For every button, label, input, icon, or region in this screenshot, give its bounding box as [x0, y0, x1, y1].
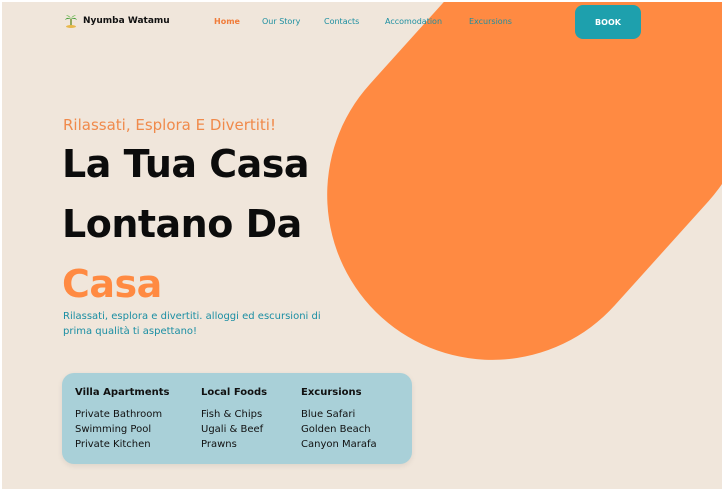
feature-item: Blue Safari: [301, 409, 356, 420]
hero-headline-line2: Lontano Da: [62, 202, 302, 246]
brand-name: Nyumba Watamu: [83, 16, 170, 26]
book-button[interactable]: BOOK: [575, 5, 641, 39]
hero-headline-line1: La Tua Casa: [62, 142, 310, 186]
nav-link-our-story[interactable]: Our Story: [262, 17, 300, 26]
nav-link-accomodation[interactable]: Accomodation: [385, 17, 442, 26]
features-card: Villa Apartments Private Bathroom Swimmi…: [62, 373, 412, 464]
feature-column-title: Excursions: [301, 387, 362, 398]
feature-column-title: Villa Apartments: [75, 387, 170, 398]
nav-link-excursions[interactable]: Excursions: [469, 17, 512, 26]
feature-column-villa: Villa Apartments Private Bathroom Swimmi…: [75, 387, 170, 452]
feature-item: Golden Beach: [301, 424, 371, 435]
decorative-orange-shape: [259, 2, 722, 428]
page: Nyumba Watamu Home Our Story Contacts Ac…: [2, 2, 722, 489]
feature-item: Private Kitchen: [75, 439, 151, 450]
feature-item: Ugali & Beef: [201, 424, 264, 435]
nav-link-contacts[interactable]: Contacts: [324, 17, 359, 26]
top-navbar: Nyumba Watamu Home Our Story Contacts Ac…: [2, 2, 722, 42]
feature-item: Canyon Marafa: [301, 439, 377, 450]
palm-tree-island-icon: [65, 15, 77, 28]
feature-item: Fish & Chips: [201, 409, 263, 420]
feature-column-title: Local Foods: [201, 387, 268, 398]
hero-tagline: Rilassati, Esplora E Divertiti!: [63, 116, 276, 134]
nav-link-home[interactable]: Home: [214, 17, 240, 26]
brand-logo[interactable]: Nyumba Watamu: [64, 14, 170, 28]
feature-column-foods: Local Foods Fish & Chips Ugali & Beef Pr…: [201, 387, 267, 452]
hero-headline-accent: Casa: [62, 262, 162, 306]
hero-subtext: Rilassati, esplora e divertiti. alloggi …: [63, 311, 321, 337]
feature-item: Swimming Pool: [75, 424, 152, 435]
feature-item: Private Bathroom: [75, 409, 163, 420]
feature-item: Prawns: [201, 439, 237, 450]
feature-column-excursions: Excursions Blue Safari Golden Beach Cany…: [301, 387, 377, 452]
